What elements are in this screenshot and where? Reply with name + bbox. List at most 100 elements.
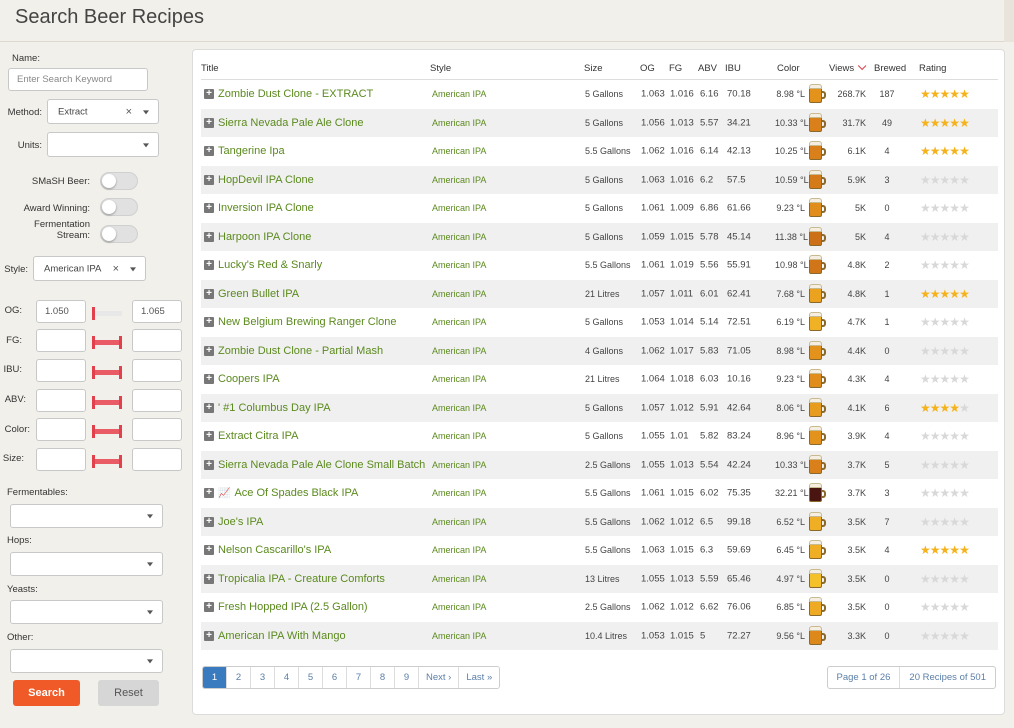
- recipe-style-link[interactable]: American IPA: [432, 346, 486, 356]
- recipe-style-link[interactable]: American IPA: [432, 89, 486, 99]
- recipe-title-link[interactable]: Sierra Nevada Pale Ale Clone Small Batch: [218, 459, 425, 471]
- expand-icon[interactable]: +: [204, 260, 214, 271]
- recipe-style-link[interactable]: American IPA: [432, 545, 486, 555]
- recipe-style-link[interactable]: American IPA: [432, 289, 486, 299]
- expand-icon[interactable]: +: [204, 431, 214, 442]
- fermentables-select[interactable]: [10, 504, 163, 528]
- recipe-style-link[interactable]: American IPA: [432, 602, 486, 612]
- recipe-style-link[interactable]: American IPA: [432, 317, 486, 327]
- col-views[interactable]: Views: [829, 61, 867, 74]
- smash-toggle[interactable]: [100, 172, 138, 190]
- page-link-5[interactable]: 5: [299, 667, 323, 688]
- expand-icon[interactable]: +: [204, 602, 214, 613]
- page-link-6[interactable]: 6: [323, 667, 347, 688]
- recipe-style-link[interactable]: American IPA: [432, 403, 486, 413]
- expand-icon[interactable]: +: [204, 402, 214, 413]
- next-page-link[interactable]: Next ›: [419, 667, 460, 688]
- style-select[interactable]: American IPA ×: [33, 256, 146, 281]
- hops-select[interactable]: [10, 552, 163, 576]
- og-max-input[interactable]: 1.065: [132, 300, 182, 323]
- expand-icon[interactable]: +: [204, 516, 214, 527]
- clear-icon[interactable]: ×: [113, 263, 119, 275]
- page-link-7[interactable]: 7: [347, 667, 371, 688]
- page-link-1[interactable]: 1: [203, 667, 227, 688]
- name-search-input[interactable]: Enter Search Keyword: [8, 68, 148, 91]
- search-button[interactable]: Search: [13, 680, 80, 706]
- color-range-slider[interactable]: [92, 425, 122, 438]
- recipe-style-link[interactable]: American IPA: [432, 232, 486, 242]
- size-max-input[interactable]: [132, 448, 182, 471]
- slider-handle[interactable]: [119, 336, 122, 349]
- expand-icon[interactable]: +: [204, 317, 214, 328]
- og-range-slider[interactable]: [92, 307, 122, 320]
- recipe-title-link[interactable]: Green Bullet IPA: [218, 288, 299, 300]
- expand-icon[interactable]: +: [204, 374, 214, 385]
- abv-max-input[interactable]: [132, 389, 182, 412]
- recipe-title-link[interactable]: Coopers IPA: [218, 373, 280, 385]
- size-min-input[interactable]: [36, 448, 86, 471]
- slider-handle[interactable]: [92, 336, 95, 349]
- other-select[interactable]: [10, 649, 163, 673]
- expand-icon[interactable]: +: [204, 117, 214, 128]
- recipe-title-link[interactable]: Zombie Dust Clone - Partial Mash: [218, 345, 383, 357]
- expand-icon[interactable]: +: [204, 573, 214, 584]
- col-abv[interactable]: ABV: [698, 63, 717, 74]
- slider-handle[interactable]: [119, 455, 122, 468]
- page-link-3[interactable]: 3: [251, 667, 275, 688]
- recipe-style-link[interactable]: American IPA: [432, 574, 486, 584]
- col-og[interactable]: OG: [640, 63, 655, 74]
- col-style[interactable]: Style: [430, 63, 451, 74]
- abv-min-input[interactable]: [36, 389, 86, 412]
- recipe-style-link[interactable]: American IPA: [432, 118, 486, 128]
- page-link-4[interactable]: 4: [275, 667, 299, 688]
- units-select[interactable]: [47, 132, 159, 157]
- fg-range-slider[interactable]: [92, 336, 122, 349]
- recipe-title-link[interactable]: Fresh Hopped IPA (2.5 Gallon): [218, 601, 368, 613]
- expand-icon[interactable]: +: [204, 288, 214, 299]
- expand-icon[interactable]: +: [204, 89, 214, 100]
- recipe-style-link[interactable]: American IPA: [432, 488, 486, 498]
- recipe-style-link[interactable]: American IPA: [432, 460, 486, 470]
- recipe-style-link[interactable]: American IPA: [432, 203, 486, 213]
- recipe-title-link[interactable]: American IPA With Mango: [218, 630, 346, 642]
- slider-handle[interactable]: [92, 396, 95, 409]
- page-link-8[interactable]: 8: [371, 667, 395, 688]
- expand-icon[interactable]: +: [204, 345, 214, 356]
- expand-icon[interactable]: +: [204, 459, 214, 470]
- color-min-input[interactable]: [36, 418, 86, 441]
- recipe-style-link[interactable]: American IPA: [432, 631, 486, 641]
- recipe-title-link[interactable]: New Belgium Brewing Ranger Clone: [218, 316, 397, 328]
- last-page-link[interactable]: Last »: [459, 667, 500, 688]
- recipe-title-link[interactable]: Sierra Nevada Pale Ale Clone: [218, 117, 364, 129]
- recipe-title-link[interactable]: Nelson Cascarillo's IPA: [218, 544, 331, 556]
- size-range-slider[interactable]: [92, 455, 122, 468]
- recipe-title-link[interactable]: Lucky's Red & Snarly: [218, 259, 322, 271]
- fg-min-input[interactable]: [36, 329, 86, 352]
- ibu-min-input[interactable]: [36, 359, 86, 382]
- reset-button[interactable]: Reset: [98, 680, 159, 706]
- col-brewed[interactable]: Brewed: [874, 63, 906, 74]
- recipe-title-link[interactable]: Tangerine Ipa: [218, 145, 285, 157]
- fermentation-toggle[interactable]: [100, 225, 138, 243]
- col-ibu[interactable]: IBU: [725, 63, 741, 74]
- recipe-title-link[interactable]: HopDevil IPA Clone: [218, 174, 314, 186]
- recipe-title-link[interactable]: Zombie Dust Clone - EXTRACT: [218, 88, 373, 100]
- recipe-title-link[interactable]: 📈 Ace Of Spades Black IPA: [218, 487, 358, 499]
- slider-handle[interactable]: [119, 396, 122, 409]
- slider-handle[interactable]: [92, 307, 95, 320]
- ibu-range-slider[interactable]: [92, 366, 122, 379]
- recipe-style-link[interactable]: American IPA: [432, 260, 486, 270]
- color-max-input[interactable]: [132, 418, 182, 441]
- col-color[interactable]: Color: [777, 63, 800, 74]
- recipe-style-link[interactable]: American IPA: [432, 517, 486, 527]
- expand-icon[interactable]: +: [204, 630, 214, 641]
- recipe-title-link[interactable]: Tropicalia IPA - Creature Comforts: [218, 573, 385, 585]
- slider-handle[interactable]: [119, 366, 122, 379]
- abv-range-slider[interactable]: [92, 396, 122, 409]
- og-min-input[interactable]: 1.050: [36, 300, 86, 323]
- recipe-style-link[interactable]: American IPA: [432, 431, 486, 441]
- recipe-title-link[interactable]: Inversion IPA Clone: [218, 202, 314, 214]
- slider-handle[interactable]: [92, 366, 95, 379]
- recipe-style-link[interactable]: American IPA: [432, 146, 486, 156]
- slider-handle[interactable]: [92, 425, 95, 438]
